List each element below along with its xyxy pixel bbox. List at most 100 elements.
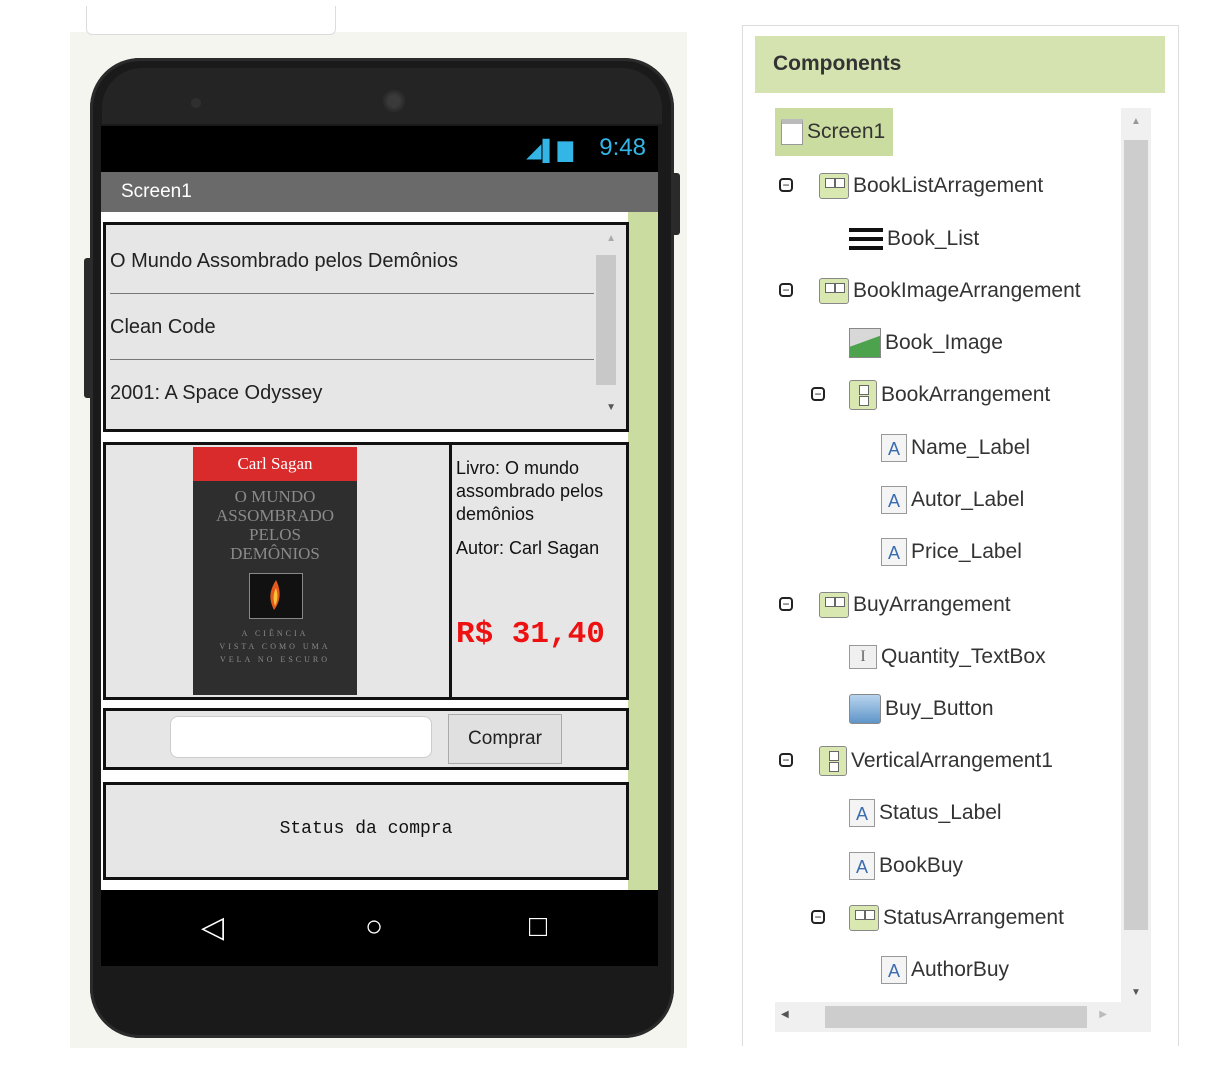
tree-node-verticalarrangement1[interactable]: VerticalArrangement1 [819,743,1053,779]
label-icon: A [881,956,907,984]
horizontal-arrangement-icon [819,278,849,304]
label-icon: A [881,538,907,566]
label-icon: A [849,799,875,827]
vertical-scroll-thumb[interactable] [1124,140,1148,930]
tree-node-label: BookListArragement [853,174,1044,197]
collapse-toggle-icon[interactable]: − [779,283,793,297]
price-label: R$ 31,40 [456,617,605,652]
status-bar: ◢▌▇ 9:48 [101,126,658,172]
tree-node-label: Book_List [887,227,980,250]
vertical-arrangement-icon [849,380,877,410]
tree-node-label: Buy_Button [885,697,994,720]
quantity-textbox[interactable] [170,716,432,758]
tree-node-authorbuy[interactable]: A AuthorBuy [881,952,1009,988]
list-item[interactable]: Clean Code [110,295,594,360]
tree-node-label: Autor_Label [911,488,1025,511]
tree-vertical-scrollbar[interactable]: ▲ ▼ [1121,108,1151,1006]
tree-node-label: AuthorBuy [911,958,1010,981]
horizontal-arrangement-icon [849,905,879,931]
tree-node-bookbuy[interactable]: A BookBuy [849,848,963,884]
listview-icon [849,228,883,250]
screen-icon [781,119,803,145]
scroll-down-arrow-icon[interactable]: ▼ [1131,987,1141,998]
tree-node-name-label[interactable]: A Name_Label [881,430,1030,466]
label-icon: A [849,852,875,880]
tree-node-book-list[interactable]: Book_List [849,221,979,257]
cover-title-line: ASSOMBRADO [215,506,335,525]
scroll-up-arrow-icon[interactable]: ▲ [1131,116,1141,127]
list-item[interactable]: 2001: A Space Odyssey [110,361,594,425]
scroll-right-arrow-icon[interactable]: ▶ [1099,1009,1107,1020]
home-icon[interactable]: ○ [365,910,383,944]
tree-node-label: Screen1 [807,120,886,143]
cover-title-line: DEMÔNIOS [230,544,320,563]
book-info-area: Livro: O mundo assombrado pelos demônios… [449,442,629,700]
tree-node-label: BuyArrangement [853,593,1011,616]
component-tree: Screen1 − BookListArragement Book_List −… [775,108,1151,1008]
label-icon: A [881,434,907,462]
tree-node-buy-button[interactable]: Buy_Button [849,691,994,727]
tree-node-label: BookImageArrangement [853,279,1081,302]
collapse-toggle-icon[interactable]: − [779,178,793,192]
tree-node-label: Price_Label [911,540,1022,563]
tree-node-buyarrangement[interactable]: BuyArrangement [819,587,1011,623]
horizontal-scroll-thumb[interactable] [825,1006,1087,1028]
sensor-icon [191,98,201,108]
tree-node-statusarrangement[interactable]: StatusArrangement [849,900,1064,936]
tree-node-booklistarragement[interactable]: BookListArragement [819,168,1043,204]
cover-subtitle-line: VISTA COMO UMA [219,642,331,651]
collapse-toggle-icon[interactable]: − [779,597,793,611]
phone-side-button [674,173,680,235]
tree-node-autor-label[interactable]: A Autor_Label [881,482,1024,518]
book-cover-image: Carl Sagan O MUNDO ASSOMBRADO PELOS DEMÔ… [193,447,357,695]
screen-title-bar: Screen1 [101,172,658,212]
wifi-signal-battery-icons: ◢▌▇ [526,140,574,162]
phone-screen: ◢▌▇ 9:48 Screen1 O Mundo Assombrado pelo… [101,126,658,966]
screen-title: Screen1 [121,181,192,202]
name-label: Livro: O mundo assombrado pelos demônios [456,458,604,524]
tree-node-label: VerticalArrangement1 [851,749,1053,772]
label-icon: A [881,486,907,514]
tree-node-bookimagearrangement[interactable]: BookImageArrangement [819,273,1081,309]
tree-node-label: BookBuy [879,854,964,877]
tree-horizontal-scrollbar[interactable]: ◀ ▶ [775,1002,1151,1032]
cover-subtitle-line: A CIÊNCIA [241,629,309,638]
cover-title-line: O MUNDO [234,487,316,506]
status-time: 9:48 [599,134,646,161]
scroll-down-arrow-icon[interactable]: ▼ [606,402,616,413]
cover-author: Carl Sagan [193,447,357,481]
status-label: Status da compra [279,819,453,839]
list-scrollbar[interactable] [596,255,616,385]
tree-node-label: Book_Image [885,331,1003,354]
collapse-toggle-icon[interactable]: − [811,910,825,924]
tree-node-label: Name_Label [911,436,1031,459]
candle-art-icon [249,573,303,619]
autor-label: Autor: Carl Sagan [456,538,600,558]
cover-subtitle-line: VELA NO ESCURO [219,655,330,664]
back-icon[interactable]: ◁ [201,910,224,945]
tree-node-label: BookArrangement [881,383,1051,406]
components-header: Components [755,36,1165,93]
screen-content: O Mundo Assombrado pelos Demônios Clean … [101,212,658,890]
cover-title: O MUNDO ASSOMBRADO PELOS DEMÔNIOS [193,487,357,563]
tree-node-status-label[interactable]: A Status_Label [849,795,1002,831]
buy-arrangement: Comprar [103,708,629,770]
collapse-toggle-icon[interactable]: − [811,387,825,401]
tree-node-quantity-textbox[interactable]: I Quantity_TextBox [849,639,1046,675]
recents-icon[interactable]: □ [529,910,547,944]
buy-button[interactable]: Comprar [448,714,562,764]
content-side-strip [628,212,658,890]
nav-bar: ◁ ○ □ [101,890,658,966]
vertical-arrangement-icon [819,746,847,776]
tree-node-screen1[interactable]: Screen1 [775,108,894,156]
viewer-top-tab[interactable] [86,6,336,35]
book-image-area: Carl Sagan O MUNDO ASSOMBRADO PELOS DEMÔ… [103,442,449,700]
scroll-up-arrow-icon[interactable]: ▲ [606,233,616,244]
tree-node-book-image[interactable]: Book_Image [849,325,1003,361]
book-list[interactable]: O Mundo Assombrado pelos Demônios Clean … [103,222,629,432]
list-item[interactable]: O Mundo Assombrado pelos Demônios [110,229,594,294]
collapse-toggle-icon[interactable]: − [779,753,793,767]
tree-node-price-label[interactable]: A Price_Label [881,534,1022,570]
tree-node-bookarrangement[interactable]: BookArrangement [849,377,1050,413]
scroll-left-arrow-icon[interactable]: ◀ [781,1009,789,1020]
